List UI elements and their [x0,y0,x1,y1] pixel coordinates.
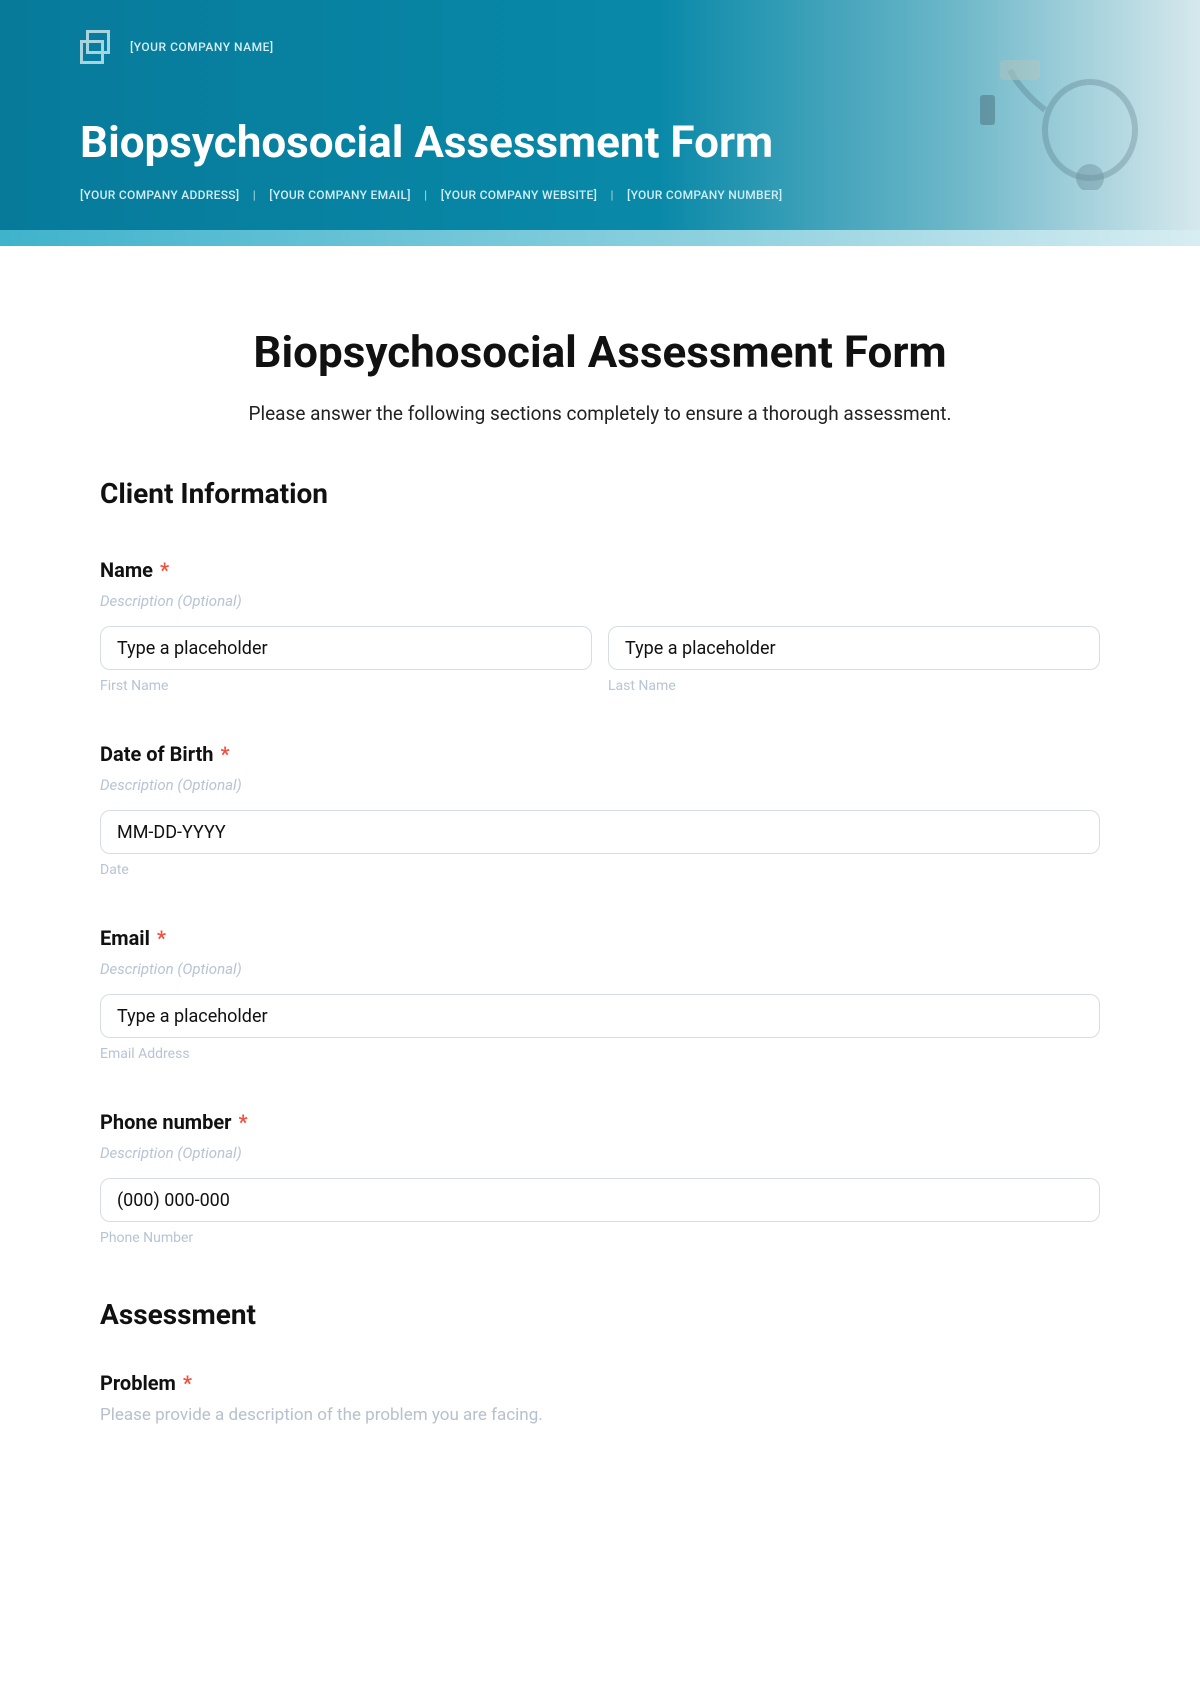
field-email: Email * Description (Optional) Email Add… [100,926,1100,1062]
field-phone: Phone number * Description (Optional) Ph… [100,1110,1100,1246]
field-sublabel: First Name [100,678,592,694]
last-name-input[interactable] [608,626,1100,670]
field-description: Description (Optional) [100,960,1100,978]
field-description: Description (Optional) [100,776,1100,794]
field-description: Description (Optional) [100,1144,1100,1162]
first-name-input[interactable] [100,626,592,670]
page-title: Biopsychosocial Assessment Form [100,326,1100,378]
required-mark: * [157,926,166,950]
company-address: [YOUR COMPANY ADDRESS] [80,188,239,202]
section-assessment: Assessment [100,1298,1100,1331]
field-sublabel: Last Name [608,678,1100,694]
company-number: [YOUR COMPANY NUMBER] [627,188,782,202]
company-email: [YOUR COMPANY EMAIL] [269,188,411,202]
company-name: [YOUR COMPANY NAME] [130,40,274,54]
field-label: Date of Birth * [100,742,1100,766]
required-mark: * [220,742,229,766]
required-mark: * [238,1110,247,1134]
label-text: Phone number [100,1110,231,1134]
field-sublabel: Phone Number [100,1230,1100,1246]
field-description: Description (Optional) [100,592,1100,610]
field-problem: Problem * Please provide a description o… [100,1371,1100,1425]
header-meta: [YOUR COMPANY ADDRESS] | [YOUR COMPANY E… [80,188,1120,202]
label-text: Date of Birth [100,742,214,766]
required-mark: * [183,1371,192,1395]
header-accent-bar [0,230,1200,246]
section-client-information: Client Information [100,477,1100,510]
label-text: Problem [100,1371,176,1395]
label-text: Name [100,558,153,582]
date-of-birth-input[interactable] [100,810,1100,854]
field-label: Name * [100,558,1100,582]
field-label: Phone number * [100,1110,1100,1134]
page-subtitle: Please answer the following sections com… [100,402,1100,425]
field-date-of-birth: Date of Birth * Description (Optional) D… [100,742,1100,878]
stethoscope-icon [960,50,1160,190]
field-label: Email * [100,926,1100,950]
separator: | [424,188,427,202]
label-text: Email [100,926,150,950]
field-label: Problem * [100,1371,1100,1395]
phone-input[interactable] [100,1178,1100,1222]
template-header: [YOUR COMPANY NAME] Biopsychosocial Asse… [0,0,1200,230]
form-content: Biopsychosocial Assessment Form Please a… [0,246,1200,1425]
email-input[interactable] [100,994,1100,1038]
separator: | [253,188,256,202]
field-sublabel: Email Address [100,1046,1100,1062]
company-website: [YOUR COMPANY WEBSITE] [441,188,597,202]
field-name: Name * Description (Optional) First Name… [100,558,1100,694]
separator: | [610,188,613,202]
required-mark: * [160,558,169,582]
company-logo-icon [80,30,114,64]
field-description: Please provide a description of the prob… [100,1405,1100,1425]
field-sublabel: Date [100,862,1100,878]
